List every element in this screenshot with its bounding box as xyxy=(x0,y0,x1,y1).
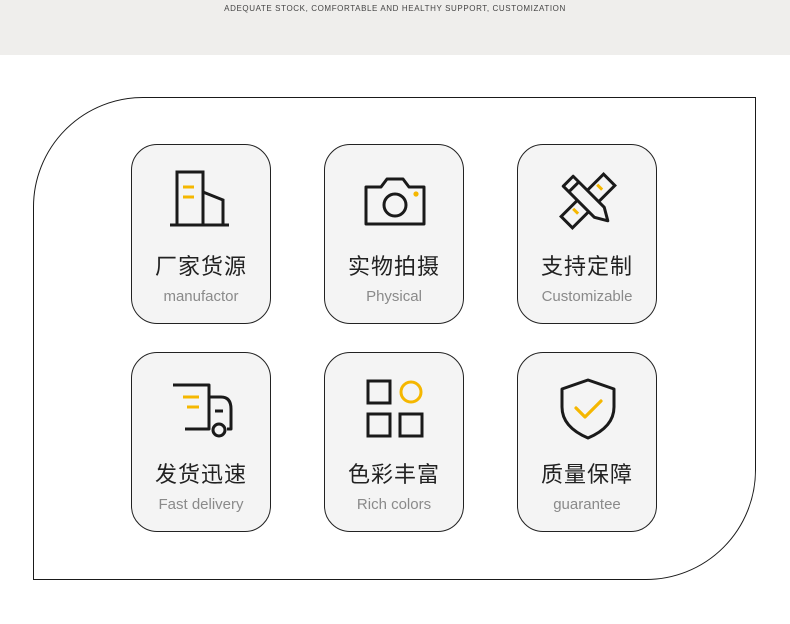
feature-title: 支持定制 xyxy=(540,255,633,280)
feature-title: 实物拍摄 xyxy=(347,255,440,280)
feature-subtitle: manufactor xyxy=(163,288,239,305)
feature-subtitle: Physical xyxy=(366,288,422,305)
feature-card-delivery: 发货迅速 Fast delivery xyxy=(131,352,271,532)
feature-card-physical: 实物拍摄 Physical xyxy=(324,144,464,324)
feature-card-guarantee: 质量保障 guarantee xyxy=(517,352,657,532)
feature-card-colors: 色彩丰富 Rich colors xyxy=(324,352,464,532)
shield-check-icon xyxy=(553,377,623,441)
feature-title: 发货迅速 xyxy=(154,463,247,488)
feature-subtitle: Customizable xyxy=(541,288,633,305)
color-grid-icon xyxy=(360,377,430,441)
feature-subtitle: guarantee xyxy=(553,496,621,513)
feature-card-customizable: 支持定制 Customizable xyxy=(517,144,657,324)
feature-subtitle: Fast delivery xyxy=(158,496,244,513)
pencil-ruler-icon xyxy=(553,169,623,233)
delivery-truck-icon xyxy=(167,377,237,441)
feature-title: 色彩丰富 xyxy=(347,463,440,488)
feature-title: 厂家货源 xyxy=(154,255,247,280)
camera-icon xyxy=(360,169,430,233)
feature-card-manufacturer: 厂家货源 manufactor xyxy=(131,144,271,324)
feature-subtitle: Rich colors xyxy=(356,496,432,513)
top-banner: ADEQUATE STOCK, COMFORTABLE AND HEALTHY … xyxy=(0,0,790,55)
banner-tagline: ADEQUATE STOCK, COMFORTABLE AND HEALTHY … xyxy=(224,4,566,13)
factory-building-icon xyxy=(167,169,237,233)
feature-title: 质量保障 xyxy=(540,463,633,488)
